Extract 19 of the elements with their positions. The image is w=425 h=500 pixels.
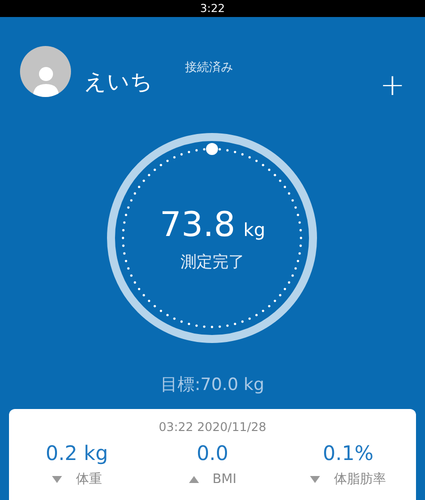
connection-status: 接続済み bbox=[185, 61, 233, 73]
status-time: 3:22 bbox=[200, 3, 225, 14]
weight-value: 73.8 bbox=[160, 208, 236, 242]
measurement-status: 測定完了 bbox=[180, 254, 244, 270]
metric-label: BMI bbox=[212, 473, 236, 486]
avatar-icon bbox=[20, 46, 71, 97]
metric-value: 0.0 bbox=[196, 443, 228, 463]
user-name: えいち bbox=[84, 72, 153, 94]
weight-unit: kg bbox=[243, 222, 266, 240]
target-weight: 目標:70.0 kg bbox=[160, 377, 264, 394]
triangle-down-icon bbox=[310, 476, 320, 483]
metric-label: 体脂肪率 bbox=[334, 473, 386, 486]
measurement-time: 03:22 2020/11/28 bbox=[158, 421, 266, 433]
triangle-down-icon bbox=[52, 476, 62, 483]
metric-label: 体重 bbox=[76, 473, 102, 486]
triangle-up-icon bbox=[188, 476, 198, 483]
metric-value: 0.1% bbox=[322, 443, 374, 463]
add-button[interactable]: + bbox=[380, 71, 405, 101]
metric-value: 0.2 kg bbox=[46, 443, 108, 463]
